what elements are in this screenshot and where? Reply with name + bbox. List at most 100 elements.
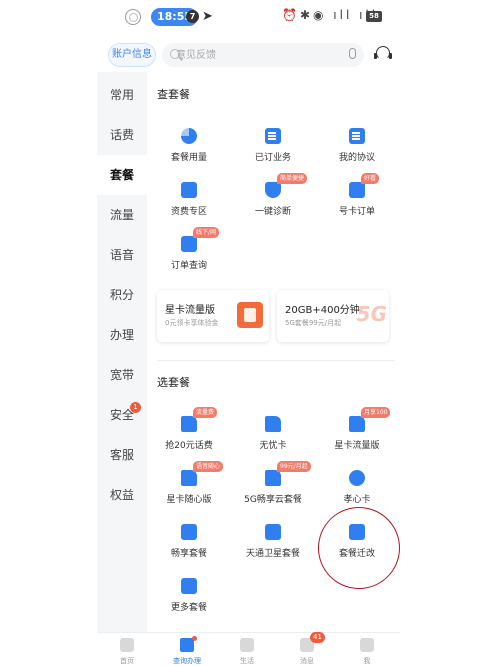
item-label: 抢20元话费 (165, 441, 213, 451)
security-badge: 1 (130, 402, 141, 413)
sidebar-item-services[interactable]: 办理 (97, 315, 147, 355)
sim-order-item[interactable]: 好看 号卡订单 (315, 173, 399, 222)
section-title-check-plan: 查套餐 (157, 88, 190, 101)
microphone-icon[interactable] (349, 48, 356, 59)
status-bar: 18:55 7 ➤ ⏰✱◉ ıll ıll 58 (0, 0, 500, 34)
card-subtitle: 5G套餐99元/月起 (285, 319, 342, 327)
item-tag: 99元/月起 (277, 461, 311, 472)
section-title-choose-plan: 选套餐 (157, 376, 190, 389)
item-label: 无忧卡 (259, 441, 287, 451)
item-tag: 语音随心 (193, 461, 224, 472)
location-arrow-icon: ➤ (202, 9, 213, 24)
sim-card-icon (349, 416, 365, 432)
order-icon (181, 236, 197, 252)
item-label: 更多套餐 (170, 603, 207, 613)
sim-card-icon (265, 416, 281, 432)
filial-card-item[interactable]: 孝心卡 (315, 470, 399, 510)
item-label: 天通卫星套餐 (245, 549, 300, 559)
plan-usage-item[interactable]: 套餐用量 (147, 128, 231, 168)
item-tag: 线下/网 (193, 227, 220, 238)
promo-card-star-data[interactable]: 星卡流量版 0元领卡享体验金 (157, 290, 269, 342)
sidebar-item-points[interactable]: 积分 (97, 275, 147, 315)
worry-free-card-item[interactable]: 无忧卡 (231, 416, 315, 456)
sim-card-icon (181, 416, 197, 432)
satellite-icon (265, 524, 281, 540)
nav-label: 首页 (120, 657, 134, 665)
nav-label: 生活 (240, 657, 254, 665)
item-label: 订单查询 (170, 261, 207, 271)
record-icon (125, 9, 141, 25)
item-tag: 好看 (361, 173, 380, 184)
search-box[interactable] (162, 43, 364, 67)
item-label: 星卡随心版 (166, 495, 212, 505)
sidebar-item-benefits[interactable]: 权益 (97, 475, 147, 515)
shield-icon (265, 182, 281, 198)
notification-count-icon: 7 (186, 10, 199, 23)
item-label: 我的协议 (338, 153, 375, 163)
nav-me[interactable]: 我 (337, 633, 397, 666)
sidebar-item-fees[interactable]: 话费 (97, 115, 147, 155)
heart-card-icon (349, 470, 365, 486)
more-plans-item[interactable]: 更多套餐 (147, 578, 231, 618)
item-label: 5G畅享云套餐 (244, 495, 302, 505)
tiantong-satellite-plan-item[interactable]: 天通卫星套餐 (231, 524, 315, 564)
sidebar-item-security[interactable]: 安全 1 (97, 395, 147, 435)
home-icon (120, 638, 134, 652)
item-label: 已订业务 (254, 153, 291, 163)
pie-chart-icon (181, 128, 197, 144)
nav-label: 我 (363, 657, 371, 665)
one-click-diagnosis-item[interactable]: 简单便捷 一键诊断 (231, 173, 315, 222)
sim-card-icon (181, 470, 197, 486)
nav-messages[interactable]: 41 消息 (277, 632, 337, 666)
star-flex-plan-item[interactable]: 语音随心 星卡随心版 (147, 461, 231, 510)
bottom-nav: 首页 查询办理 生活 41 消息 我 (97, 632, 400, 666)
nav-label: 消息 (300, 657, 314, 665)
top-bar: 账户信息 (0, 40, 500, 70)
nav-home[interactable]: 首页 (97, 633, 157, 666)
sidebar-item-data[interactable]: 流量 (97, 195, 147, 235)
item-tag: 流量费 (193, 407, 218, 418)
sim-card-icon (265, 470, 281, 486)
item-label: 畅享套餐 (170, 549, 207, 559)
headset-icon[interactable] (374, 46, 392, 60)
sidebar-item-broadband[interactable]: 宽带 (97, 355, 147, 395)
order-query-item[interactable]: 线下/网 订单查询 (147, 227, 231, 276)
more-icon (181, 578, 197, 594)
item-tag: 月享100 (361, 407, 391, 418)
section-divider (157, 360, 395, 361)
item-label: 套餐用量 (170, 153, 207, 163)
message-count-badge: 41 (310, 632, 325, 643)
subscribed-services-item[interactable]: 已订业务 (231, 128, 315, 168)
search-document-icon (349, 182, 365, 198)
nav-label: 查询办理 (173, 657, 201, 665)
gift-card-icon (237, 302, 263, 328)
sidebar-item-voice[interactable]: 语音 (97, 235, 147, 275)
plan-icon (181, 524, 197, 540)
sidebar-item-common[interactable]: 常用 (97, 75, 147, 115)
item-label: 星卡流量版 (334, 441, 380, 451)
cup-icon (240, 638, 254, 652)
document-icon (265, 128, 281, 144)
grab-20-fee-item[interactable]: 流量费 抢20元话费 (147, 407, 231, 456)
sidebar-item-support[interactable]: 客服 (97, 435, 147, 475)
sidebar-item-plans[interactable]: 套餐 (97, 155, 147, 195)
5g-cloud-plan-item[interactable]: 99元/月起 5G畅享云套餐 (231, 461, 315, 510)
nav-dot-badge (192, 636, 197, 641)
account-info-button[interactable]: 账户信息 (108, 43, 156, 67)
item-label: 号卡订单 (338, 207, 375, 217)
nav-query[interactable]: 查询办理 (157, 633, 217, 666)
enjoy-plan-item[interactable]: 畅享套餐 (147, 524, 231, 564)
item-tag: 简单便捷 (277, 173, 308, 184)
card-title: 星卡流量版 (165, 305, 215, 316)
search-input[interactable] (176, 43, 336, 67)
tariff-zone-item[interactable]: 资费专区 (147, 182, 231, 222)
item-label: 孝心卡 (343, 495, 371, 505)
profile-icon (360, 638, 374, 652)
my-agreement-item[interactable]: 我的协议 (315, 128, 399, 168)
promo-card-5g[interactable]: 5G 20GB+400分钟 5G套餐99元/月起 (277, 290, 389, 342)
nav-life[interactable]: 生活 (217, 633, 277, 666)
star-data-plan-item[interactable]: 月享100 星卡流量版 (315, 407, 399, 456)
battery-icon: 58 (366, 11, 382, 22)
item-label: 一键诊断 (254, 207, 291, 217)
yuan-icon (181, 182, 197, 198)
